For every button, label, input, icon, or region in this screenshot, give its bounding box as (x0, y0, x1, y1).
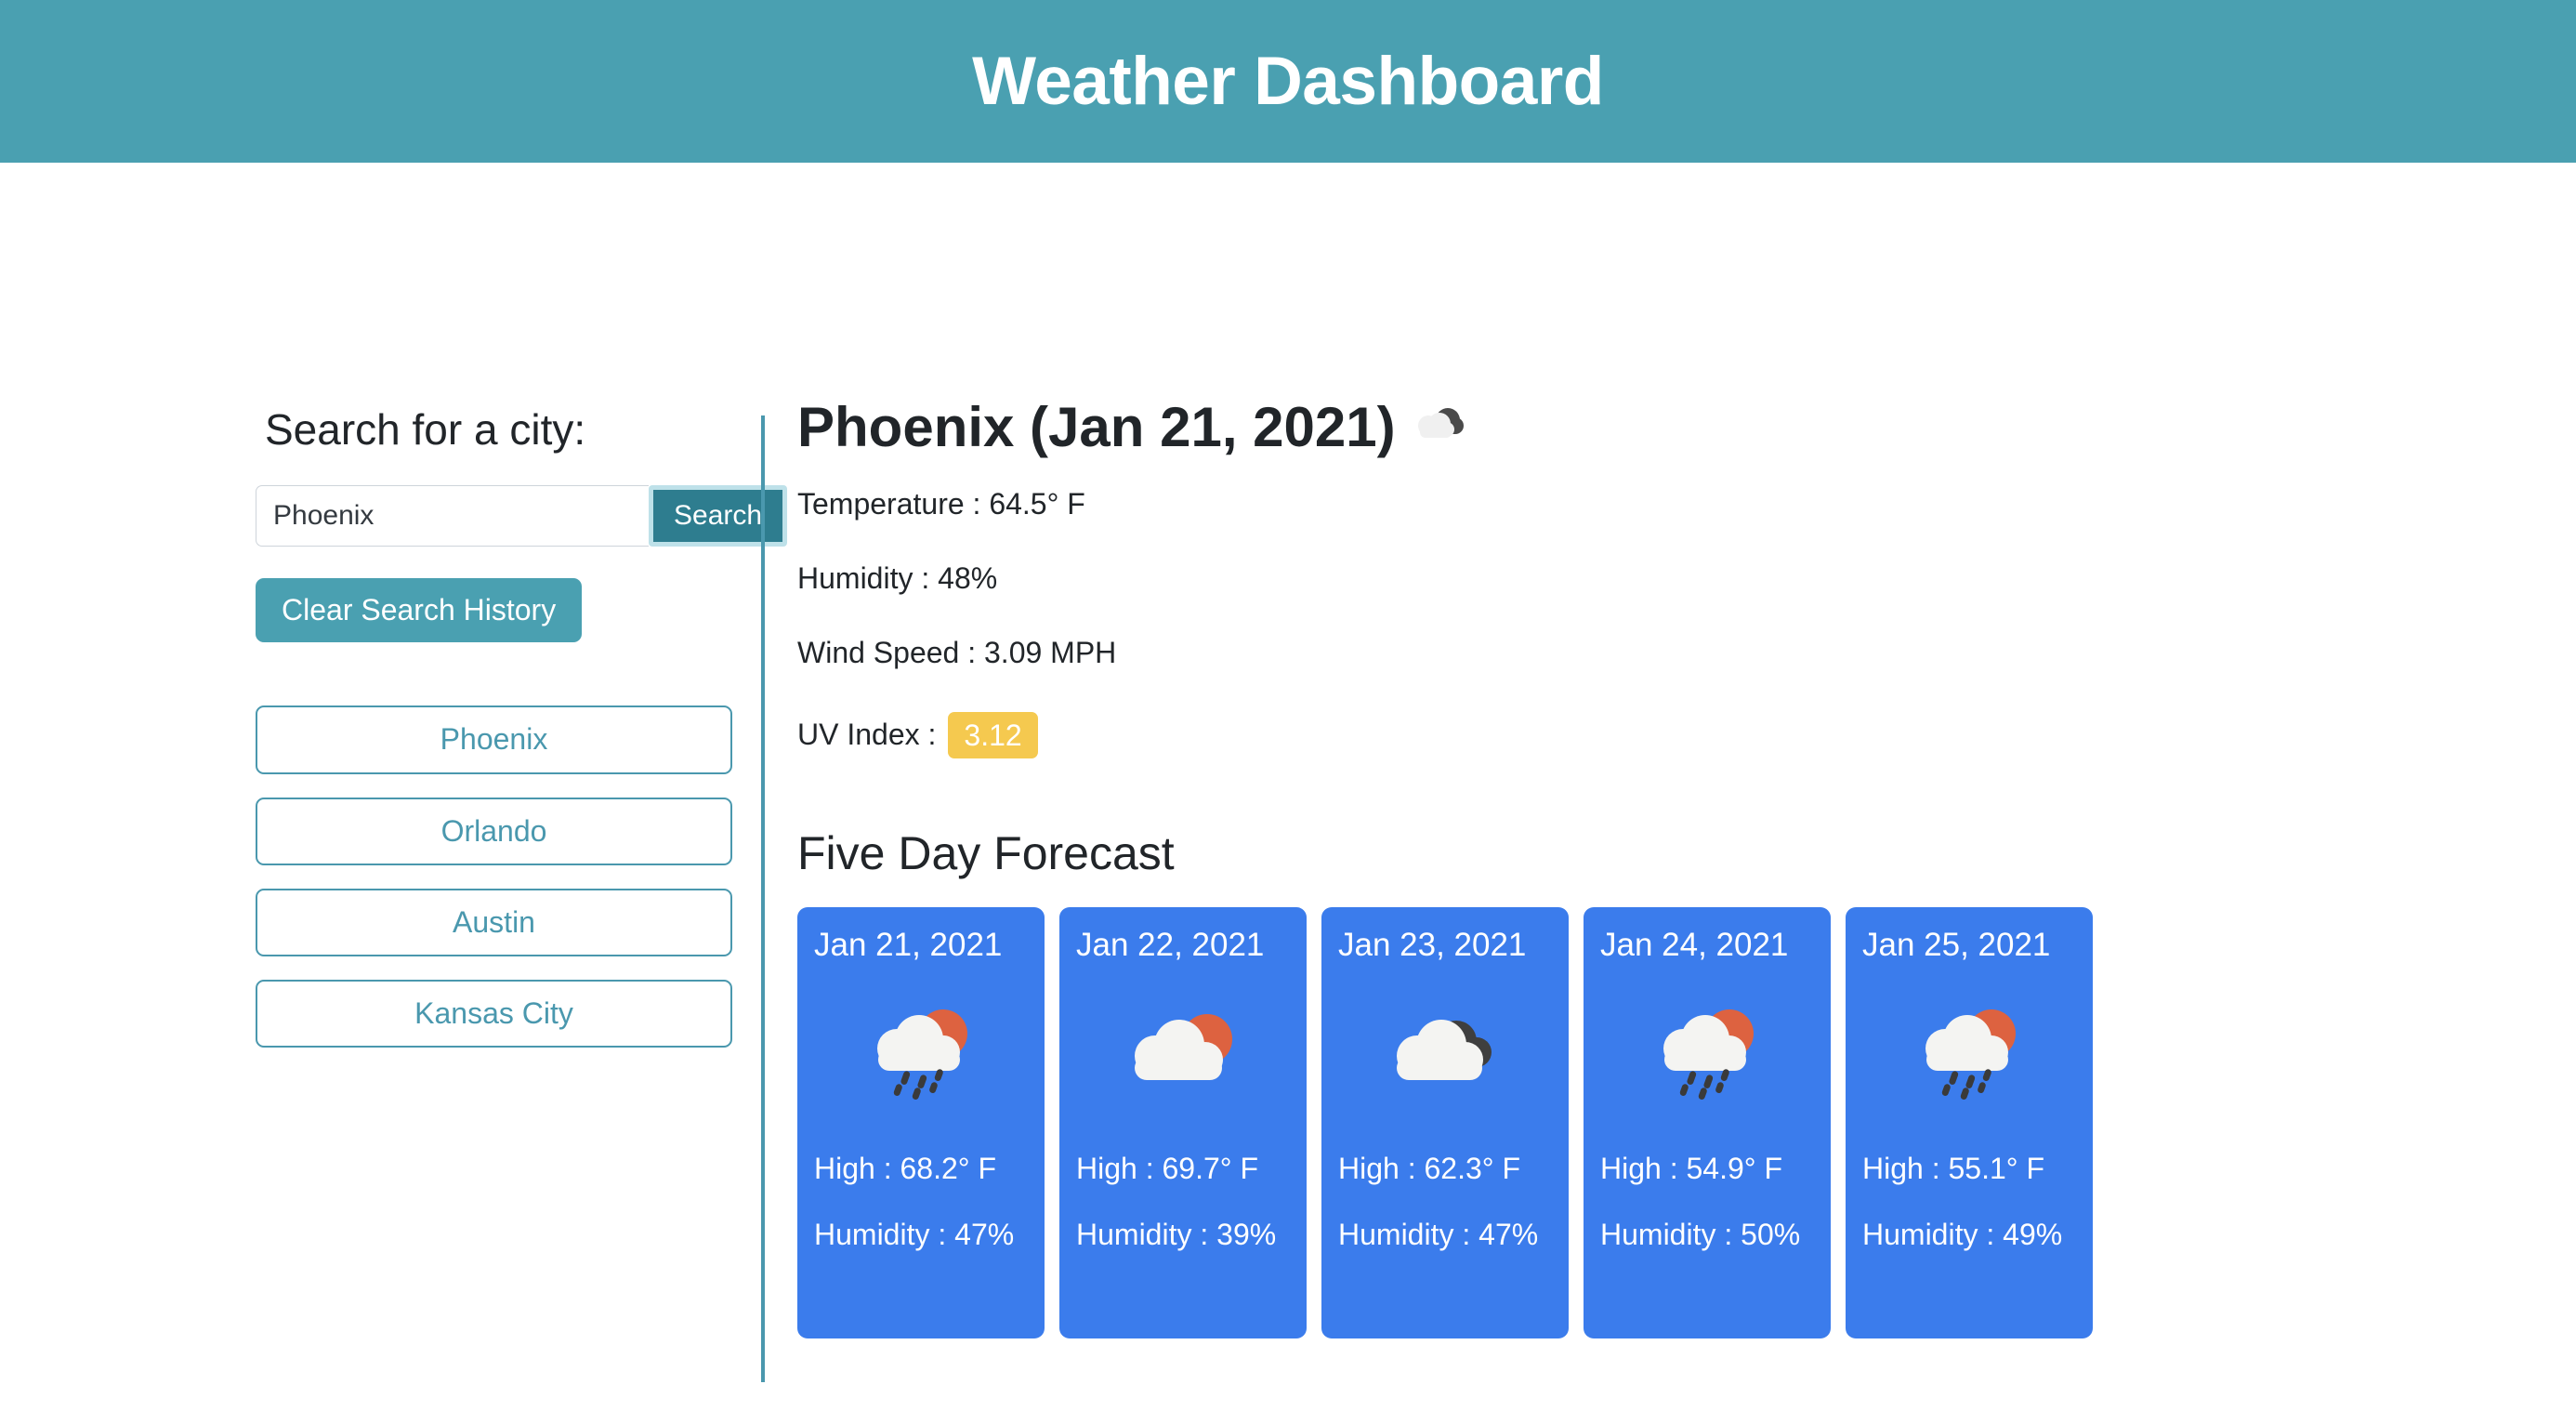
history-item-austin[interactable]: Austin (256, 888, 732, 956)
history-item-phoenix[interactable]: Phoenix (256, 705, 732, 774)
clear-search-history-button[interactable]: Clear Search History (256, 578, 583, 643)
sun-cloud-rain-icon (1862, 976, 2076, 1132)
temperature-row: Temperature : 64.5° F (797, 487, 1085, 521)
humidity-row: Humidity : 48% (797, 561, 998, 596)
forecast-card: Jan 24, 2021 High: 54.9° F Humidity: 5… (1584, 906, 1831, 1338)
current-city-title: Phoenix (Jan 21, 2021) (797, 396, 1396, 458)
search-history-list: Phoenix Orlando Austin Kansas City (256, 705, 732, 1048)
sun-cloud-rain-icon (1600, 976, 1814, 1132)
forecast-high: High : 62.3° F (1338, 1152, 1520, 1186)
forecast-high: High : 69.7° F (1076, 1152, 1258, 1186)
weather-main: Phoenix (Jan 21, 2021) Temperature: 64.… (765, 163, 2576, 1338)
page-body: Search for a city: Search Clear Search H… (0, 163, 2576, 1382)
main-layout: Search for a city: Search Clear Search H… (0, 163, 2576, 1382)
wind-speed-row: Wind Speed : 3.09 MPH (797, 636, 1117, 670)
forecast-card: Jan 21, 2021 High: 68.2° F Humidity: 4… (797, 906, 1045, 1338)
search-heading: Search for a city: (265, 405, 586, 454)
forecast-heading: Five Day Forecast (797, 826, 1175, 879)
forecast-card-row: Jan 21, 2021 High: 68.2° F Humidity: 4… (797, 906, 2576, 1338)
forecast-high: High : 68.2° F (814, 1152, 996, 1186)
forecast-date: Jan 24, 2021 (1600, 926, 1789, 963)
broken-clouds-icon (1413, 405, 1466, 451)
forecast-date: Jan 23, 2021 (1338, 926, 1527, 963)
forecast-card: Jan 22, 2021 High : 69.7° F Humidity: 3… (1059, 906, 1307, 1338)
app-header: Weather Dashboard (0, 0, 2576, 163)
search-input[interactable] (256, 485, 649, 547)
sun-cloud-icon (1076, 976, 1290, 1132)
forecast-date: Jan 25, 2021 (1862, 926, 2051, 963)
forecast-date: Jan 22, 2021 (1076, 926, 1265, 963)
forecast-humidity: Humidity : 47% (814, 1218, 1015, 1252)
current-weather-header: Phoenix (Jan 21, 2021) (797, 397, 2576, 458)
app-title: Weather Dashboard (972, 44, 1604, 119)
history-item-orlando[interactable]: Orlando (256, 797, 732, 865)
forecast-humidity: Humidity : 50% (1600, 1218, 1801, 1252)
sun-cloud-rain-icon (814, 976, 1028, 1132)
forecast-card: Jan 23, 2021 High: 62.3° F Humidity: 4… (1321, 906, 1569, 1338)
forecast-high: High : 55.1° F (1862, 1152, 2044, 1186)
forecast-humidity: Humidity : 49% (1862, 1218, 2063, 1252)
forecast-humidity: Humidity : 47% (1338, 1218, 1539, 1252)
forecast-high: High : 54.9° F (1600, 1152, 1782, 1186)
broken-clouds-icon (1338, 976, 1552, 1132)
forecast-date: Jan 21, 2021 (814, 926, 1003, 963)
search-sidebar: Search for a city: Search Clear Search H… (256, 163, 788, 1071)
uv-index-badge: 3.12 (948, 711, 1038, 758)
search-form: Search (256, 485, 788, 547)
uv-index-row: UV Index : 3.12 (797, 711, 2576, 758)
uv-index-label: UV Index : (797, 717, 937, 751)
forecast-card: Jan 25, 2021 High: 55.1° F Humidity: 4… (1846, 906, 2093, 1338)
history-item-kansas-city[interactable]: Kansas City (256, 979, 732, 1048)
forecast-humidity: Humidity : 39% (1076, 1218, 1277, 1252)
